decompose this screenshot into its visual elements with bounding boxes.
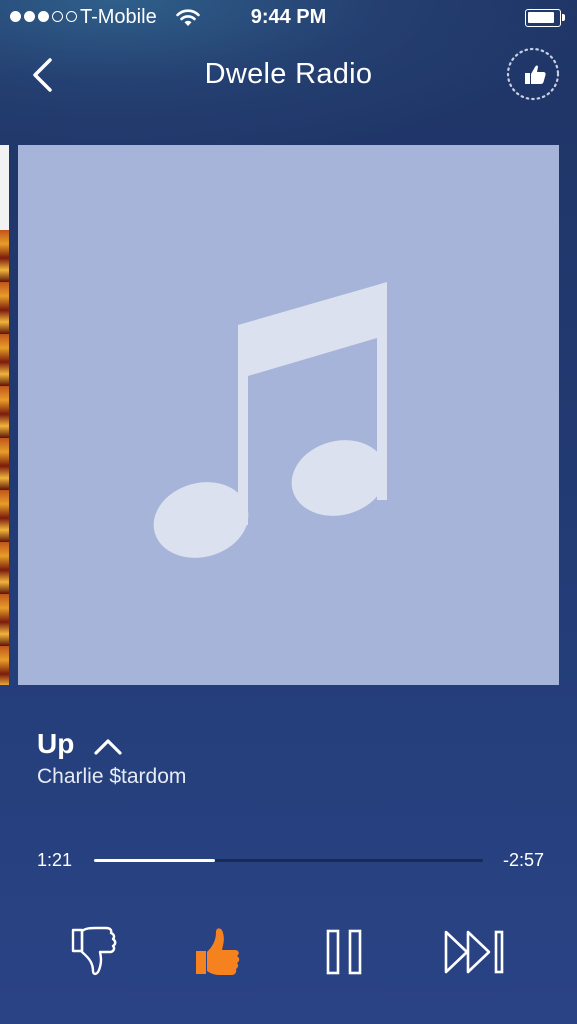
progress-bar[interactable] — [94, 859, 483, 862]
thumbs-down-button[interactable] — [69, 925, 119, 980]
pause-button[interactable] — [325, 925, 363, 980]
thumbprint-radio-icon — [506, 47, 560, 101]
pause-icon — [326, 929, 362, 975]
progress-fill — [94, 859, 215, 862]
status-time: 9:44 PM — [250, 6, 327, 28]
skip-forward-icon — [444, 930, 504, 974]
artist-name[interactable]: Charlie $tardom — [37, 765, 186, 789]
elapsed-time: 1:21 — [37, 850, 73, 870]
battery-level — [528, 12, 555, 23]
chevron-up-icon — [94, 739, 122, 755]
thumbprint-button[interactable] — [506, 47, 560, 101]
thumbs-up-button[interactable] — [192, 925, 244, 980]
thumbs-up-icon — [196, 928, 240, 975]
skip-button[interactable] — [443, 925, 509, 980]
album-art — [18, 145, 559, 685]
song-title[interactable]: Up — [37, 728, 74, 760]
status-bar: T-Mobile 9:44 PM — [0, 0, 577, 38]
remaining-time: -2:57 — [502, 850, 544, 870]
previous-album-art[interactable] — [0, 145, 9, 685]
station-title: Dwele Radio — [204, 58, 373, 90]
music-note-icon — [153, 282, 387, 558]
thumbs-down-icon — [71, 926, 117, 976]
expand-details-button[interactable] — [93, 737, 123, 757]
battery-icon — [525, 9, 565, 27]
